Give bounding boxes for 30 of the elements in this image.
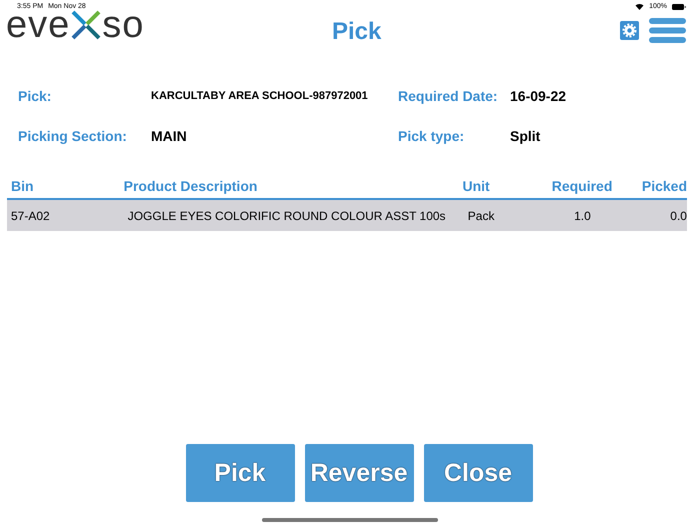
field-label: Pick type: [398, 128, 466, 144]
field-label: Required Date: [398, 88, 499, 104]
menu-icon[interactable] [649, 18, 686, 43]
settings-icon[interactable] [620, 21, 639, 40]
action-button[interactable]: Pick [186, 444, 294, 502]
table-row[interactable]: 57-A02 JOGGLE EYES COLORIFIC ROUND COLOUR ASST 100s Pack 1.0 0.0 [7, 200, 687, 231]
logo-text: eve [6, 8, 70, 42]
table-cell-text: Pack [466, 208, 496, 222]
column-header: Required [550, 178, 614, 194]
field-value: MAIN [151, 128, 187, 144]
column-header: Product Description [124, 178, 258, 194]
field-value: Split [510, 128, 540, 144]
field-value: KARCULTABY AREA SCHOOL-987972001 [151, 90, 368, 102]
battery-icon [672, 4, 686, 10]
x-logo-icon [71, 10, 102, 40]
column-header: Bin [10, 178, 35, 194]
table-cell-text: 1.0 [573, 208, 592, 222]
logo-text: so [102, 8, 144, 42]
table-cell-text: JOGGLE EYES COLORIFIC ROUND COLOUR ASST 100s [126, 208, 447, 222]
column-header: Picked [642, 178, 687, 194]
page-title: Pick [332, 18, 382, 46]
action-button[interactable]: Close [424, 444, 532, 502]
table-cell-text: 57-A02 [10, 208, 51, 222]
action-button[interactable]: Reverse [304, 444, 414, 502]
column-header: Unit [462, 178, 491, 194]
table-cell-text: 0.0 [669, 208, 687, 222]
field-label: Picking Section: [18, 128, 128, 144]
field-label: Pick: [18, 88, 52, 104]
wifi-icon [635, 3, 644, 10]
field-value: 16-09-22 [510, 88, 566, 104]
